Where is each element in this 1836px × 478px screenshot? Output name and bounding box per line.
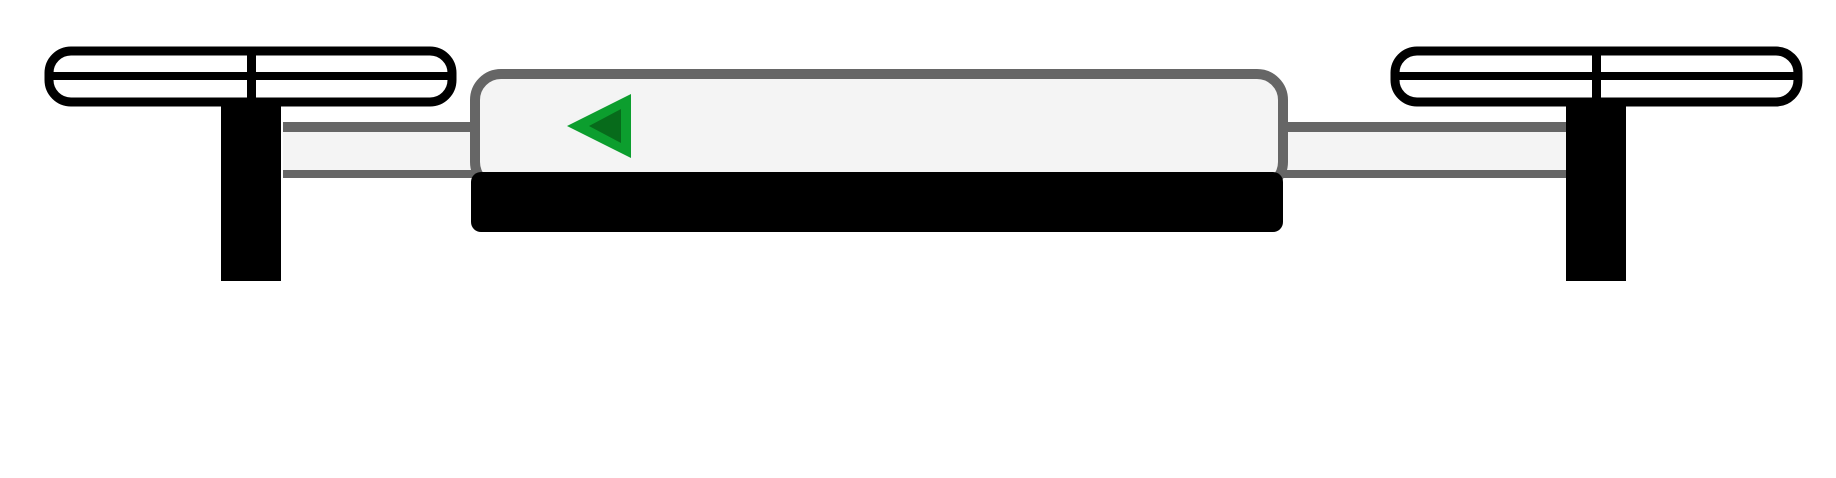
right-propeller-hub	[1592, 51, 1601, 102]
left-arm	[283, 122, 479, 178]
left-rotor-mast	[221, 96, 281, 281]
right-rotor-mast	[1566, 96, 1626, 281]
drone-diagram	[0, 0, 1836, 478]
drone-body	[470, 69, 1288, 232]
drone-base-plate	[471, 172, 1283, 232]
left-arm-fill	[283, 132, 479, 170]
left-propeller-hub	[247, 51, 256, 102]
right-arm-fill	[1278, 132, 1568, 170]
right-arm	[1278, 122, 1568, 178]
propeller-icon	[1390, 46, 1803, 107]
propeller-icon	[44, 46, 457, 107]
drone-diagram-canvas	[44, 46, 1803, 281]
